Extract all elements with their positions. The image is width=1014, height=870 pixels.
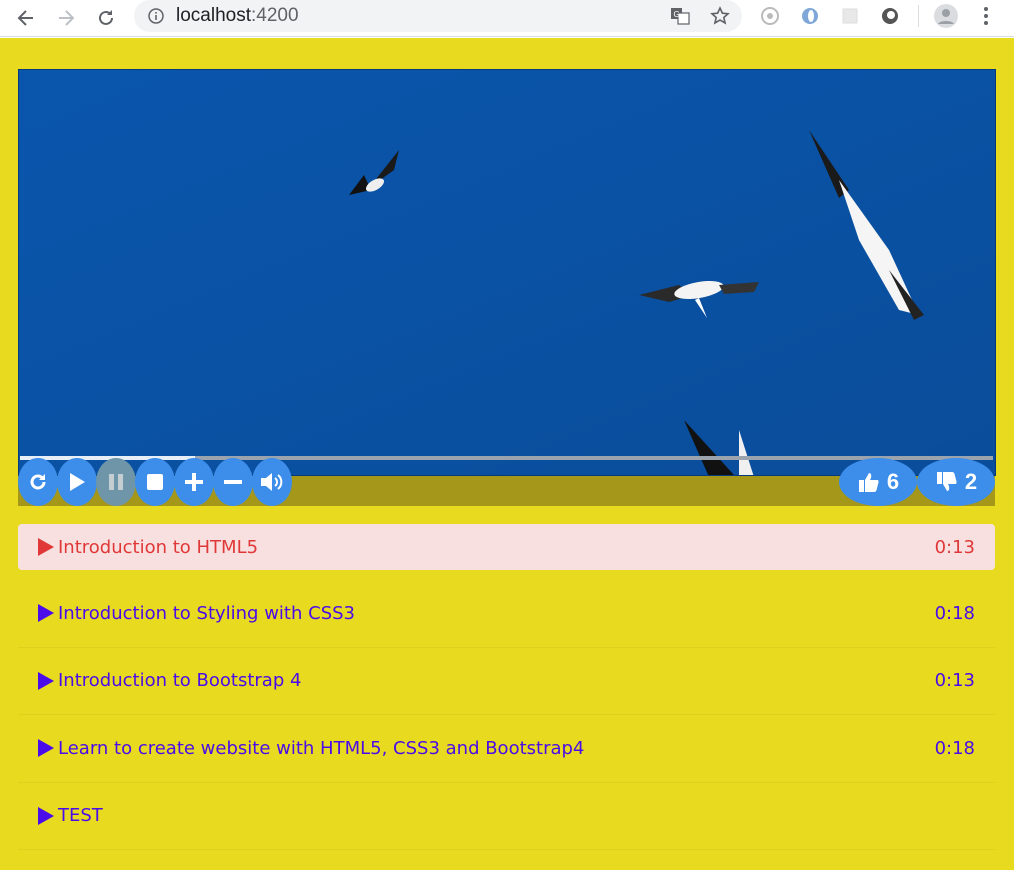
- play-triangle-icon: [38, 671, 54, 690]
- address-bar[interactable]: localhost:4200 G: [134, 0, 742, 32]
- page-body: 6 2 Introduction to HTML5 0:13 Introductio…: [0, 38, 1014, 870]
- playlist-item[interactable]: Learn to create website with HTML5, CSS3…: [18, 715, 995, 783]
- video-player[interactable]: [18, 69, 996, 476]
- video-frame: [19, 70, 995, 475]
- translate-icon[interactable]: G: [668, 4, 692, 28]
- playlist-item-title[interactable]: Introduction to Styling with CSS3: [58, 603, 355, 624]
- replay-button[interactable]: [18, 458, 58, 506]
- play-icon: [70, 473, 85, 491]
- play-triangle-icon: [38, 538, 54, 556]
- playlist: Introduction to HTML5 0:13 Introduction to…: [18, 524, 995, 850]
- volume-down-button[interactable]: [213, 458, 253, 506]
- stop-icon: [147, 474, 163, 490]
- mute-button[interactable]: [252, 458, 292, 506]
- playlist-item-title[interactable]: Learn to create website with HTML5, CSS3…: [58, 738, 584, 759]
- dislike-button[interactable]: 2: [917, 458, 995, 506]
- reload-icon[interactable]: [92, 4, 120, 32]
- video-progress-bar[interactable]: [20, 456, 993, 460]
- play-triangle-icon: [38, 806, 54, 825]
- playlist-item-title[interactable]: Introduction to Bootstrap 4: [58, 670, 301, 691]
- url-text: localhost:4200: [176, 5, 299, 27]
- profile-avatar-icon[interactable]: [934, 4, 958, 28]
- pause-button[interactable]: [96, 458, 136, 506]
- toolbar-separator: [918, 5, 919, 27]
- playlist-item[interactable]: Introduction to Bootstrap 4 0:13: [18, 648, 995, 715]
- extension-icon-2[interactable]: [798, 4, 822, 28]
- like-count: 6: [886, 469, 900, 494]
- play-button[interactable]: [57, 458, 97, 506]
- pause-icon: [109, 474, 123, 490]
- playlist-item[interactable]: TEST: [18, 783, 995, 850]
- url-host: localhost: [176, 5, 251, 26]
- bookmark-star-icon[interactable]: [708, 4, 732, 28]
- like-button[interactable]: 6: [839, 458, 917, 506]
- volume-up-button[interactable]: [174, 458, 214, 506]
- plus-icon: [185, 473, 203, 491]
- site-info-icon[interactable]: [146, 6, 166, 26]
- play-triangle-icon: [38, 604, 54, 623]
- extension-icon-3[interactable]: [838, 4, 862, 28]
- playlist-item-title[interactable]: Introduction to HTML5: [58, 537, 258, 558]
- menu-kebab-icon[interactable]: [974, 4, 998, 28]
- playlist-item[interactable]: Introduction to Styling with CSS3 0:18: [18, 580, 995, 648]
- url-port: :4200: [251, 5, 299, 26]
- playlist-item-duration: 0:18: [934, 602, 975, 624]
- playlist-item-duration: 0:13: [934, 670, 975, 692]
- thumbs-down-icon: [936, 472, 957, 491]
- dislike-count: 2: [964, 469, 978, 494]
- thumbs-up-icon: [858, 473, 879, 492]
- playlist-item-duration: 0:13: [934, 536, 975, 558]
- forward-icon[interactable]: [52, 4, 80, 32]
- playlist-item[interactable]: Introduction to HTML5 0:13: [18, 524, 995, 570]
- extension-icon-4[interactable]: [878, 4, 902, 28]
- play-triangle-icon: [38, 739, 54, 758]
- svg-text:G: G: [674, 10, 680, 19]
- stop-button[interactable]: [135, 458, 175, 506]
- speaker-icon: [261, 473, 283, 491]
- minus-icon: [224, 480, 242, 484]
- extension-icon-1[interactable]: [758, 4, 782, 28]
- browser-toolbar: localhost:4200 G: [0, 0, 1014, 37]
- playlist-item-title[interactable]: TEST: [58, 805, 103, 826]
- replay-icon: [30, 474, 46, 490]
- back-icon[interactable]: [12, 4, 40, 32]
- playlist-item-duration: 0:18: [934, 737, 975, 759]
